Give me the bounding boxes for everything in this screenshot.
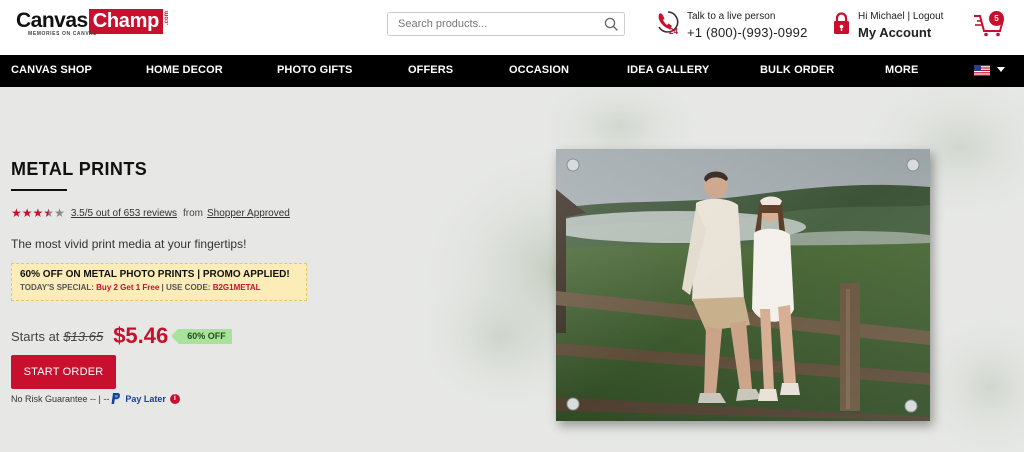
star-empty-icon: ★	[54, 206, 65, 220]
discount-badge: 60% OFF	[171, 328, 232, 344]
product-image	[556, 149, 930, 421]
chevron-down-icon[interactable]	[997, 67, 1005, 73]
nav-item-photo-gifts[interactable]: PHOTO GIFTS	[277, 55, 352, 87]
start-order-button[interactable]: START ORDER	[11, 355, 116, 389]
info-icon[interactable]: i	[169, 393, 180, 404]
star-half-icon: ★	[43, 206, 55, 220]
search-input[interactable]	[398, 13, 598, 35]
old-price: $13.65	[63, 328, 104, 344]
promo-code: B2G1METAL	[212, 283, 261, 292]
product-tagline: The most vivid print media at your finge…	[11, 237, 247, 251]
logo-text-main: Canvas	[16, 9, 88, 32]
paypal-icon	[111, 393, 121, 404]
guarantee-text: No Risk Guarantee -- | --	[11, 393, 110, 404]
lock-icon	[834, 12, 849, 34]
nav-item-occasion[interactable]: OCCASION	[509, 55, 569, 87]
us-flag-icon[interactable]	[974, 65, 990, 76]
promo-code-label: | USE CODE:	[161, 283, 211, 292]
star-rating: ★ ★ ★ ★ ★	[11, 207, 65, 219]
price-row: Starts at $13.65 $5.46 60% OFF	[11, 323, 232, 349]
nav-item-more[interactable]: MORE	[885, 55, 918, 87]
phone-label: Talk to a live person	[687, 11, 776, 22]
starts-at-label: Starts at	[11, 328, 60, 344]
cart-count-badge: 5	[989, 11, 1004, 26]
promo-box: 60% OFF ON METAL PHOTO PRINTS | PROMO AP…	[11, 263, 307, 301]
phone-24h-icon: 24	[658, 11, 679, 36]
nav-item-canvas-shop[interactable]: CANVAS SHOP	[11, 55, 92, 87]
sale-price: $5.46	[113, 323, 169, 348]
metal-print-illustration	[556, 149, 930, 421]
logo-tagline: MEMORIES ON CANVAS	[28, 31, 98, 37]
nav-item-home-decor[interactable]: HOME DECOR	[146, 55, 223, 87]
rating-from-label: from	[183, 207, 204, 219]
nav-item-idea-gallery[interactable]: IDEA GALLERY	[627, 55, 709, 87]
shopper-approved-link[interactable]: Shopper Approved	[207, 208, 290, 219]
hero-banner: METAL PRINTS ★ ★ ★ ★ ★ 3.5/5 out of 653 …	[0, 87, 1024, 452]
phone-number[interactable]: +1 (800)-(993)-0992	[687, 24, 808, 41]
main-nav: CANVAS SHOP HOME DECOR PHOTO GIFTS OFFER…	[0, 55, 1024, 87]
rating-row: ★ ★ ★ ★ ★ 3.5/5 out of 653 reviews from …	[11, 207, 290, 219]
logo-text-accent: Champ	[88, 9, 164, 34]
star-full-icon: ★	[32, 206, 44, 220]
promo-special-label: TODAY'S SPECIAL:	[20, 283, 94, 292]
greeting-logout[interactable]: Hi Michael | Logout	[858, 10, 943, 23]
nav-item-bulk-order[interactable]: BULK ORDER	[760, 55, 834, 87]
star-full-icon: ★	[11, 206, 22, 220]
site-header: Canvas Champ .com MEMORIES ON CANVAS 24 …	[0, 0, 1024, 55]
guarantee-row: No Risk Guarantee -- | -- Pay Later i	[11, 393, 180, 404]
search-box	[387, 12, 625, 36]
promo-deal: Buy 2 Get 1 Free	[96, 283, 160, 292]
promo-details: TODAY'S SPECIAL: Buy 2 Get 1 Free | USE …	[20, 282, 306, 294]
promo-headline: 60% OFF ON METAL PHOTO PRINTS | PROMO AP…	[20, 269, 290, 280]
title-underline	[11, 189, 67, 191]
my-account-link[interactable]: My Account	[858, 24, 943, 41]
pay-later-link[interactable]: Pay Later	[125, 394, 166, 404]
cart-button[interactable]: 5	[971, 9, 1007, 37]
logo[interactable]: Canvas Champ .com MEMORIES ON CANVAS	[16, 9, 170, 41]
logo-text-suffix: .com	[164, 11, 171, 26]
search-icon[interactable]	[604, 17, 618, 31]
page-title: METAL PRINTS	[11, 159, 148, 179]
star-full-icon: ★	[21, 206, 33, 220]
support-phone[interactable]: 24 Talk to a live person +1 (800)-(993)-…	[656, 10, 808, 41]
account-menu[interactable]: Hi Michael | Logout My Account	[833, 10, 943, 41]
reviews-link[interactable]: 3.5/5 out of 653 reviews	[71, 208, 177, 219]
phone-24-badge: 24	[669, 27, 678, 36]
nav-item-offers[interactable]: OFFERS	[408, 55, 453, 87]
